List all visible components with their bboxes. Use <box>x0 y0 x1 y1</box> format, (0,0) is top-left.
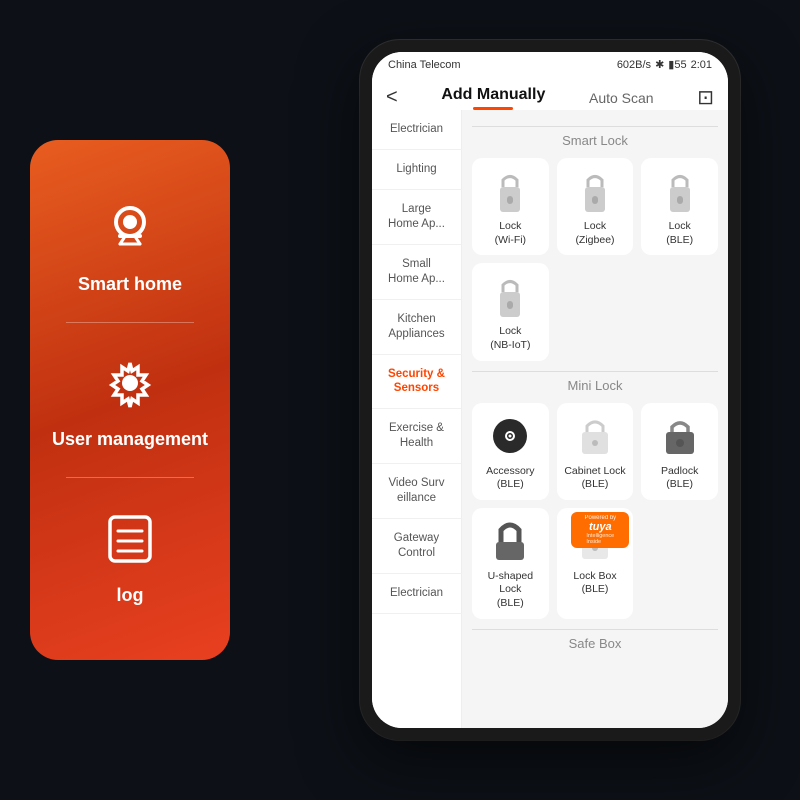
phone-screen: China Telecom 602B/s ✱ ▮55 2:01 < Add Ma… <box>372 52 728 728</box>
mini-lock-title: Mini Lock <box>472 378 718 393</box>
sidebar-item-video[interactable]: Video Surveillance <box>372 464 461 519</box>
category-sidebar: Electrician Lighting LargeHome Ap... Sma… <box>372 110 462 728</box>
device-padlock-ble[interactable]: Padlock(BLE) <box>641 403 718 500</box>
padlock-ble-icon <box>662 413 698 459</box>
camera-icon <box>95 193 165 263</box>
lock-nbiot-icon <box>492 273 528 319</box>
panel-item-smart-home[interactable]: Smart home <box>78 193 182 296</box>
mini-lock-grid: Accessory(BLE) <box>472 403 718 619</box>
ushaped-ble-icon <box>492 518 528 564</box>
sidebar-item-kitchen[interactable]: KitchenAppliances <box>372 300 461 355</box>
lock-wifi-icon <box>492 168 528 214</box>
cabinet-ble-icon <box>577 413 613 459</box>
phone-wrapper: China Telecom 602B/s ✱ ▮55 2:01 < Add Ma… <box>360 40 780 760</box>
cabinet-label: Cabinet Lock(BLE) <box>564 465 625 492</box>
battery-icon: ▮55 <box>668 58 686 71</box>
device-accessory-ble[interactable]: Accessory(BLE) <box>472 403 549 500</box>
lock-nbiot-label: Lock(NB-IoT) <box>490 325 530 352</box>
sidebar-item-electrician[interactable]: Electrician <box>372 110 461 150</box>
app-header: < Add Manually Auto Scan ⊡ <box>372 77 728 110</box>
lock-zigbee-label: Lock(Zigbee) <box>575 220 614 247</box>
left-panel: Smart home User management <box>30 140 230 660</box>
accessory-label: Accessory(BLE) <box>486 465 534 492</box>
content-area: Electrician Lighting LargeHome Ap... Sma… <box>372 110 728 728</box>
device-lock-zigbee[interactable]: Lock(Zigbee) <box>557 158 634 255</box>
bluetooth-icon: ✱ <box>655 58 664 71</box>
gear-icon <box>95 348 165 418</box>
lock-ble-icon <box>662 168 698 214</box>
safe-box-divider-top <box>472 629 718 630</box>
back-button[interactable]: < <box>386 86 398 109</box>
sidebar-item-security[interactable]: Security &Sensors <box>372 355 461 410</box>
scene: Smart home User management <box>0 0 800 800</box>
divider-1 <box>66 322 194 323</box>
scan-icon[interactable]: ⊡ <box>697 85 714 110</box>
carrier-label: China Telecom <box>388 59 461 71</box>
lockbox-label: Lock Box(BLE) <box>573 570 616 597</box>
padlock-label: Padlock(BLE) <box>661 465 698 492</box>
smart-home-label: Smart home <box>78 273 182 296</box>
device-lock-ble[interactable]: Lock(BLE) <box>641 158 718 255</box>
data-speed: 602B/s <box>617 59 651 71</box>
smart-lock-title: Smart Lock <box>472 133 718 148</box>
mini-lock-divider-top <box>472 371 718 372</box>
accessory-ble-icon <box>492 413 528 459</box>
device-lock-nbiot[interactable]: Lock(NB-IoT) <box>472 263 549 360</box>
sidebar-item-large-home[interactable]: LargeHome Ap... <box>372 190 461 245</box>
divider-2 <box>66 477 194 478</box>
time-display: 2:01 <box>691 59 712 71</box>
log-label: log <box>117 584 144 607</box>
panel-item-log[interactable]: log <box>95 504 165 607</box>
safe-box-title: Safe Box <box>472 636 718 651</box>
tuya-powered-by: Powered by <box>584 515 616 521</box>
list-icon <box>95 504 165 574</box>
sidebar-item-small-home[interactable]: SmallHome Ap... <box>372 245 461 300</box>
device-ushaped-ble[interactable]: U-shapedLock(BLE) <box>472 508 549 619</box>
user-management-label: User management <box>52 428 208 451</box>
phone-frame: China Telecom 602B/s ✱ ▮55 2:01 < Add Ma… <box>360 40 740 740</box>
smart-lock-grid: Lock(Wi-Fi) <box>472 158 718 361</box>
header-title-area: Add Manually <box>441 86 545 110</box>
panel-item-user-management[interactable]: User management <box>52 348 208 451</box>
device-cabinet-ble[interactable]: Cabinet Lock(BLE) <box>557 403 634 500</box>
lock-ble-label: Lock(BLE) <box>666 220 693 247</box>
device-lockbox-ble[interactable]: Lock Box(BLE) Powered by tuya Intelligen… <box>557 508 634 619</box>
tuya-badge: Powered by tuya IntelligenceInside <box>571 512 629 548</box>
smart-lock-divider-top <box>472 126 718 127</box>
ushaped-label: U-shapedLock(BLE) <box>488 570 534 611</box>
sidebar-item-gateway[interactable]: GatewayControl <box>372 519 461 574</box>
main-content-area: Smart Lock <box>462 110 728 728</box>
device-lock-wifi[interactable]: Lock(Wi-Fi) <box>472 158 549 255</box>
sidebar-item-lighting[interactable]: Lighting <box>372 150 461 190</box>
tuya-subtitle: IntelligenceInside <box>586 533 614 545</box>
lock-wifi-label: Lock(Wi-Fi) <box>495 220 526 247</box>
header-title: Add Manually <box>441 86 545 104</box>
status-bar: China Telecom 602B/s ✱ ▮55 2:01 <box>372 52 728 77</box>
sidebar-item-electrician2[interactable]: Electrician <box>372 574 461 614</box>
sidebar-item-exercise[interactable]: Exercise &Health <box>372 409 461 464</box>
status-right: 602B/s ✱ ▮55 2:01 <box>617 58 712 71</box>
lock-zigbee-icon <box>577 168 613 214</box>
auto-scan-label[interactable]: Auto Scan <box>589 90 654 106</box>
tuya-logo: tuya <box>589 521 612 533</box>
